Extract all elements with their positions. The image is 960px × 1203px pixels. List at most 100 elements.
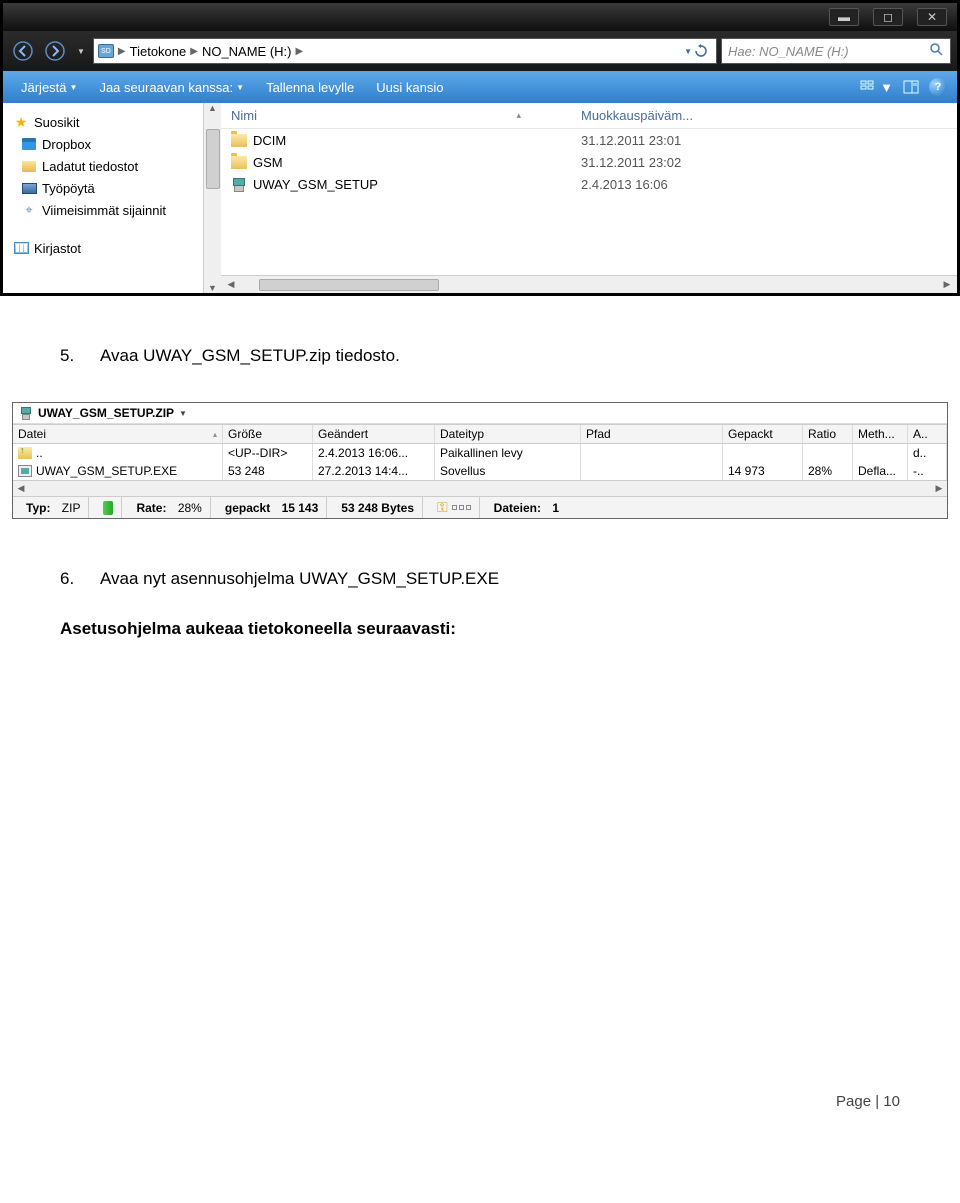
col-type[interactable]: Dateityp: [435, 425, 581, 443]
forward-button[interactable]: [41, 38, 69, 64]
sort-up-icon: ▴: [213, 430, 217, 439]
file-date: 2.4.2013 16:06: [581, 177, 957, 192]
zip-file-size: 53 248: [223, 462, 313, 480]
status-rate: Rate: 28%: [128, 497, 210, 518]
file-row[interactable]: UWAY_GSM_SETUP 2.4.2013 16:06: [221, 173, 957, 195]
zip-title: UWAY_GSM_SETUP.ZIP: [38, 406, 174, 420]
new-folder-button[interactable]: Uusi kansio: [368, 78, 451, 97]
sidebar-item-desktop[interactable]: Työpöytä: [13, 177, 203, 199]
sidebar-item-downloads[interactable]: Ladatut tiedostot: [13, 155, 203, 177]
col-path[interactable]: Pfad: [581, 425, 723, 443]
dropbox-icon: [21, 136, 37, 152]
zip-file-date: 27.2.2013 14:4...: [313, 462, 435, 480]
burn-button[interactable]: Tallenna levylle: [258, 78, 362, 97]
col-changed[interactable]: Geändert: [313, 425, 435, 443]
zip-file-ratio: [803, 444, 853, 462]
scrollbar-thumb[interactable]: [259, 279, 439, 291]
breadcrumb-segment[interactable]: NO_NAME (H:): [202, 44, 292, 59]
share-button[interactable]: Jaa seuraavan kanssa:▼: [91, 78, 252, 97]
step-5: 5. Avaa UWAY_GSM_SETUP.zip tiedosto.: [60, 346, 900, 366]
file-row[interactable]: DCIM 31.12.2011 23:01: [221, 129, 957, 151]
col-name[interactable]: Nimi▴: [221, 108, 581, 123]
sidebar-item-recent[interactable]: ⌖ Viimeisimmät sijainnit: [13, 199, 203, 221]
compression-icon: [103, 501, 113, 515]
search-input[interactable]: Hae: NO_NAME (H:): [721, 38, 951, 64]
recent-icon: ⌖: [21, 202, 37, 218]
breadcrumb-segment[interactable]: Tietokone: [130, 44, 187, 59]
file-date: 31.12.2011 23:02: [581, 155, 957, 170]
help-button[interactable]: ?: [929, 78, 947, 96]
preview-pane-button[interactable]: [899, 76, 923, 98]
document-body: 5. Avaa UWAY_GSM_SETUP.zip tiedosto.: [0, 296, 960, 402]
view-button[interactable]: ▼: [860, 80, 893, 95]
chevron-right-icon[interactable]: ▶: [190, 46, 198, 57]
zip-file-date: 2.4.2013 16:06...: [313, 444, 435, 462]
zip-file-packed: [723, 444, 803, 462]
sidebar-group-libraries[interactable]: Kirjastot: [13, 237, 203, 259]
search-icon[interactable]: [930, 43, 944, 60]
col-modified[interactable]: Muokkauspäiväm...: [581, 108, 957, 123]
command-bar: Järjestä▼ Jaa seuraavan kanssa:▼ Tallenn…: [3, 71, 957, 103]
close-button[interactable]: ✕: [917, 8, 947, 26]
zip-file-attr: -..: [908, 462, 947, 480]
zip-file-attr: d..: [908, 444, 947, 462]
minimize-button[interactable]: ▬: [829, 8, 859, 26]
chevron-right-icon[interactable]: ▶: [118, 46, 126, 57]
view-tiny-icon: [452, 505, 471, 510]
zip-file-size: <UP--DIR>: [223, 444, 313, 462]
organize-button[interactable]: Järjestä▼: [13, 78, 85, 97]
col-attr[interactable]: A..: [908, 425, 947, 443]
status-compression: [95, 497, 122, 518]
tree-scrollbar[interactable]: ▲ ▼: [203, 103, 221, 293]
sidebar-group-favorites[interactable]: ★ Suosikit: [13, 111, 203, 133]
col-file[interactable]: Datei▴: [13, 425, 223, 443]
chevron-down-icon[interactable]: ▼: [179, 409, 187, 418]
zip-file-name: UWAY_GSM_SETUP.EXE: [36, 464, 177, 478]
zip-hscrollbar[interactable]: ◀▶: [13, 480, 947, 496]
star-icon: ★: [13, 114, 29, 130]
step-text: Avaa nyt asennusohjelma UWAY_GSM_SETUP.E…: [100, 569, 499, 589]
chevron-down-icon: ▼: [236, 83, 244, 92]
file-name: DCIM: [253, 133, 286, 148]
paragraph: Asetusohjelma aukeaa tietokoneella seura…: [60, 619, 900, 639]
window-titlebar: ▬ ◻ ✕: [3, 3, 957, 31]
view-icon: [860, 80, 876, 94]
col-size[interactable]: Größe: [223, 425, 313, 443]
breadcrumb[interactable]: SD ▶ Tietokone ▶ NO_NAME (H:) ▶ ▼: [93, 38, 717, 64]
col-packed[interactable]: Gepackt: [723, 425, 803, 443]
step-number: 5.: [60, 346, 90, 366]
folder-icon: [231, 134, 247, 147]
zip-row-file[interactable]: UWAY_GSM_SETUP.EXE 53 248 27.2.2013 14:4…: [13, 462, 947, 480]
sidebar-item-dropbox[interactable]: Dropbox: [13, 133, 203, 155]
zip-row-updir[interactable]: .. <UP--DIR> 2.4.2013 16:06... Paikallin…: [13, 444, 947, 462]
zip-file-path: [581, 462, 723, 480]
back-button[interactable]: [9, 38, 37, 64]
exe-icon: [18, 465, 32, 477]
file-list: Nimi▴ Muokkauspäiväm... DCIM 31.12.2011 …: [221, 103, 957, 293]
maximize-button[interactable]: ◻: [873, 8, 903, 26]
col-ratio[interactable]: Ratio: [803, 425, 853, 443]
file-hscrollbar[interactable]: ◀ ▶: [221, 275, 957, 293]
drive-icon: SD: [98, 44, 114, 58]
search-placeholder: Hae: NO_NAME (H:): [728, 44, 849, 59]
chevron-right-icon[interactable]: ▶: [296, 46, 304, 57]
zip-title-bar[interactable]: UWAY_GSM_SETUP.ZIP ▼: [13, 403, 947, 424]
col-meth[interactable]: Meth...: [853, 425, 908, 443]
status-icons: ⚿: [429, 497, 480, 518]
chevron-down-icon: ▼: [880, 80, 893, 95]
page-footer: Page | 10: [0, 1093, 960, 1110]
step-6: 6. Avaa nyt asennusohjelma UWAY_GSM_SETU…: [60, 569, 900, 589]
zip-file-name: ..: [36, 446, 43, 460]
history-dropdown-icon[interactable]: ▼: [73, 47, 89, 56]
step-number: 6.: [60, 569, 90, 589]
sidebar-item-label: Työpöytä: [42, 181, 95, 196]
file-row[interactable]: GSM 31.12.2011 23:02: [221, 151, 957, 173]
refresh-icon[interactable]: ▼: [682, 44, 712, 58]
scrollbar-thumb[interactable]: [206, 129, 220, 189]
nav-bar: ▼ SD ▶ Tietokone ▶ NO_NAME (H:) ▶ ▼ Hae:…: [3, 31, 957, 71]
sidebar-item-label: Dropbox: [42, 137, 91, 152]
desktop-icon: [21, 180, 37, 196]
status-bytes: 53 248 Bytes: [333, 497, 423, 518]
folder-icon: [231, 156, 247, 169]
zip-file-ratio: 28%: [803, 462, 853, 480]
